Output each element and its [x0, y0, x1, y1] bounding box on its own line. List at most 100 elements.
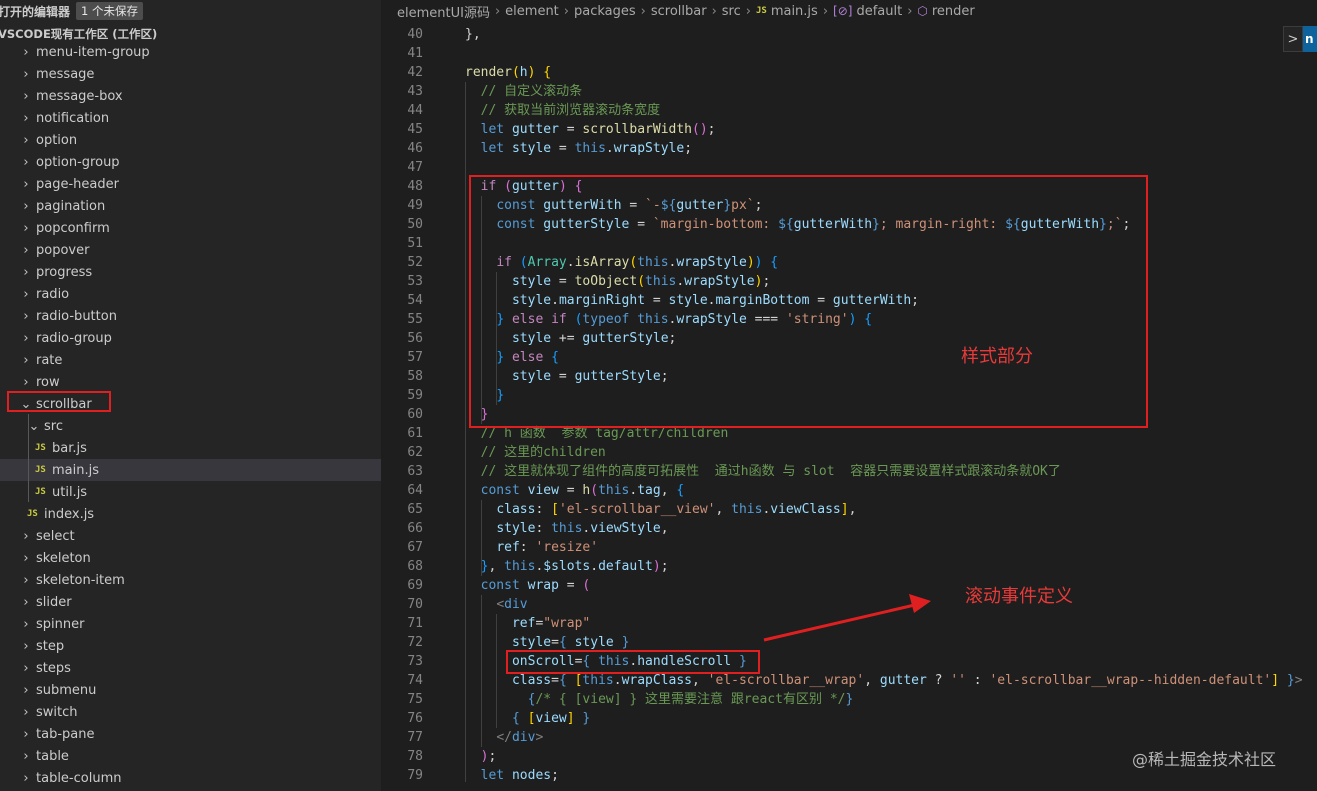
tree-item-label: main.js: [52, 462, 99, 478]
tree-item-skeleton[interactable]: › skeleton: [0, 547, 381, 569]
tree-item-skeleton-item[interactable]: › skeleton-item: [0, 569, 381, 591]
tree-item-label: popconfirm: [36, 220, 110, 236]
chevron-right-icon: ›: [23, 264, 29, 280]
chevron-right-icon: ›: [23, 594, 29, 610]
tree-item-label: row: [36, 374, 60, 390]
chevron-right-icon: ›: [23, 286, 29, 302]
tree-item-radio-button[interactable]: › radio-button: [0, 305, 381, 327]
chevron-right-icon: ›: [23, 66, 29, 82]
tree-item-select[interactable]: › select: [0, 525, 381, 547]
tree-item-spinner[interactable]: › spinner: [0, 613, 381, 635]
open-editors-title: 打开的编辑器: [0, 4, 71, 19]
tree-item-switch[interactable]: › switch: [0, 701, 381, 723]
tree-item-label: radio-button: [36, 308, 117, 324]
tree-item-message-box[interactable]: › message-box: [0, 85, 381, 107]
tree-item-label: message-box: [36, 88, 123, 104]
chevron-right-icon: ›: [23, 176, 29, 192]
tree-item-radio[interactable]: › radio: [0, 283, 381, 305]
tree-item-menu-item-group[interactable]: › menu-item-group: [0, 41, 381, 63]
tree-item-rate[interactable]: › rate: [0, 349, 381, 371]
tree-item-label: rate: [36, 352, 63, 368]
js-file-icon: JS: [35, 443, 46, 453]
tree-item-label: submenu: [36, 682, 97, 698]
js-file-icon: JS: [35, 487, 46, 497]
tree-item-util-js[interactable]: JS util.js: [0, 481, 381, 503]
chevron-right-icon: ›: [23, 132, 29, 148]
open-editors-header[interactable]: 打开的编辑器 1 个未保存: [0, 0, 381, 22]
tree-item-label: table-column: [36, 770, 122, 786]
tree-item-label: src: [44, 418, 63, 434]
chevron-right-icon: ›: [23, 726, 29, 742]
tree-item-notification[interactable]: › notification: [0, 107, 381, 129]
chevron-right-icon: ›: [23, 550, 29, 566]
tree-item-table[interactable]: › table: [0, 745, 381, 767]
code-editor: elementUI源码 › element › packages › scrollba…: [381, 0, 1317, 791]
tree-item-label: radio: [36, 286, 70, 302]
tree-item-radio-group[interactable]: › radio-group: [0, 327, 381, 349]
tree-item-popover[interactable]: › popover: [0, 239, 381, 261]
tree-item-table-column[interactable]: › table-column: [0, 767, 381, 789]
tree-item-label: util.js: [52, 484, 88, 500]
chevron-right-icon: ›: [23, 704, 29, 720]
tree-item-pagination[interactable]: › pagination: [0, 195, 381, 217]
tree-item-label: skeleton-item: [36, 572, 125, 588]
tree-item-label: switch: [36, 704, 78, 720]
watermark: @稀土掘金技术社区: [1132, 750, 1277, 769]
tree-item-message[interactable]: › message: [0, 63, 381, 85]
chevron-right-icon: ›: [23, 748, 29, 764]
unsaved-badge: 1 个未保存: [76, 2, 143, 20]
tree-item-page-header[interactable]: › page-header: [0, 173, 381, 195]
chevron-right-icon: ›: [23, 660, 29, 676]
tree-item-bar-js[interactable]: JS bar.js: [0, 437, 381, 459]
tree-item-src[interactable]: ⌄ src: [0, 415, 381, 437]
workspace-title: VSCODE现有工作区 (工作区): [0, 27, 158, 41]
tree-item-label: menu-item-group: [36, 44, 150, 60]
chevron-right-icon: ›: [23, 638, 29, 654]
tree-item-label: radio-group: [36, 330, 112, 346]
chevron-right-icon: ›: [23, 110, 29, 126]
chevron-right-icon: ›: [23, 198, 29, 214]
chevron-right-icon: ›: [23, 528, 29, 544]
tree-item-option-group[interactable]: › option-group: [0, 151, 381, 173]
chevron-right-icon: ›: [23, 220, 29, 236]
tree-item-tab-pane[interactable]: › tab-pane: [0, 723, 381, 745]
tree-item-label: popover: [36, 242, 90, 258]
chevron-right-icon: ›: [23, 374, 29, 390]
chevron-right-icon: ›: [23, 242, 29, 258]
tree-item-submenu[interactable]: › submenu: [0, 679, 381, 701]
chevron-right-icon: ›: [23, 770, 29, 786]
tree-item-label: progress: [36, 264, 93, 280]
scrollbar-folder-highlight-box: [7, 391, 111, 412]
tree-item-index-js[interactable]: JS index.js: [0, 503, 381, 525]
tree-item-step[interactable]: › step: [0, 635, 381, 657]
tree-item-label: slider: [36, 594, 72, 610]
js-file-icon: JS: [27, 509, 38, 519]
tree-item-label: step: [36, 638, 65, 654]
tree-item-label: pagination: [36, 198, 106, 214]
chevron-right-icon: ›: [23, 154, 29, 170]
chevron-right-icon: ›: [23, 330, 29, 346]
chevron-right-icon: ›: [23, 616, 29, 632]
tree-item-label: option: [36, 132, 78, 148]
tree-item-label: table: [36, 748, 69, 764]
tree-item-steps[interactable]: › steps: [0, 657, 381, 679]
tree-item-popconfirm[interactable]: › popconfirm: [0, 217, 381, 239]
tree-item-progress[interactable]: › progress: [0, 261, 381, 283]
tree-item-slider[interactable]: › slider: [0, 591, 381, 613]
chevron-right-icon: ›: [23, 308, 29, 324]
js-file-icon: JS: [35, 465, 46, 475]
chevron-right-icon: ›: [23, 572, 29, 588]
tree-item-label: option-group: [36, 154, 120, 170]
chevron-right-icon: ›: [23, 682, 29, 698]
tree-item-label: index.js: [44, 506, 95, 522]
tree-item-main-js[interactable]: JS main.js: [0, 459, 381, 481]
tree-item-row[interactable]: › row: [0, 371, 381, 393]
tree-item-option[interactable]: › option: [0, 129, 381, 151]
chevron-right-icon: ›: [23, 88, 29, 104]
tree-item-label: skeleton: [36, 550, 91, 566]
chevron-right-icon: ›: [23, 352, 29, 368]
tree-item-label: select: [36, 528, 75, 544]
annotation-arrow-icon: [763, 594, 931, 642]
explorer-sidebar: 打开的编辑器 1 个未保存 VSCODE现有工作区 (工作区) › menu-it…: [0, 0, 381, 791]
tree-item-label: steps: [36, 660, 71, 676]
